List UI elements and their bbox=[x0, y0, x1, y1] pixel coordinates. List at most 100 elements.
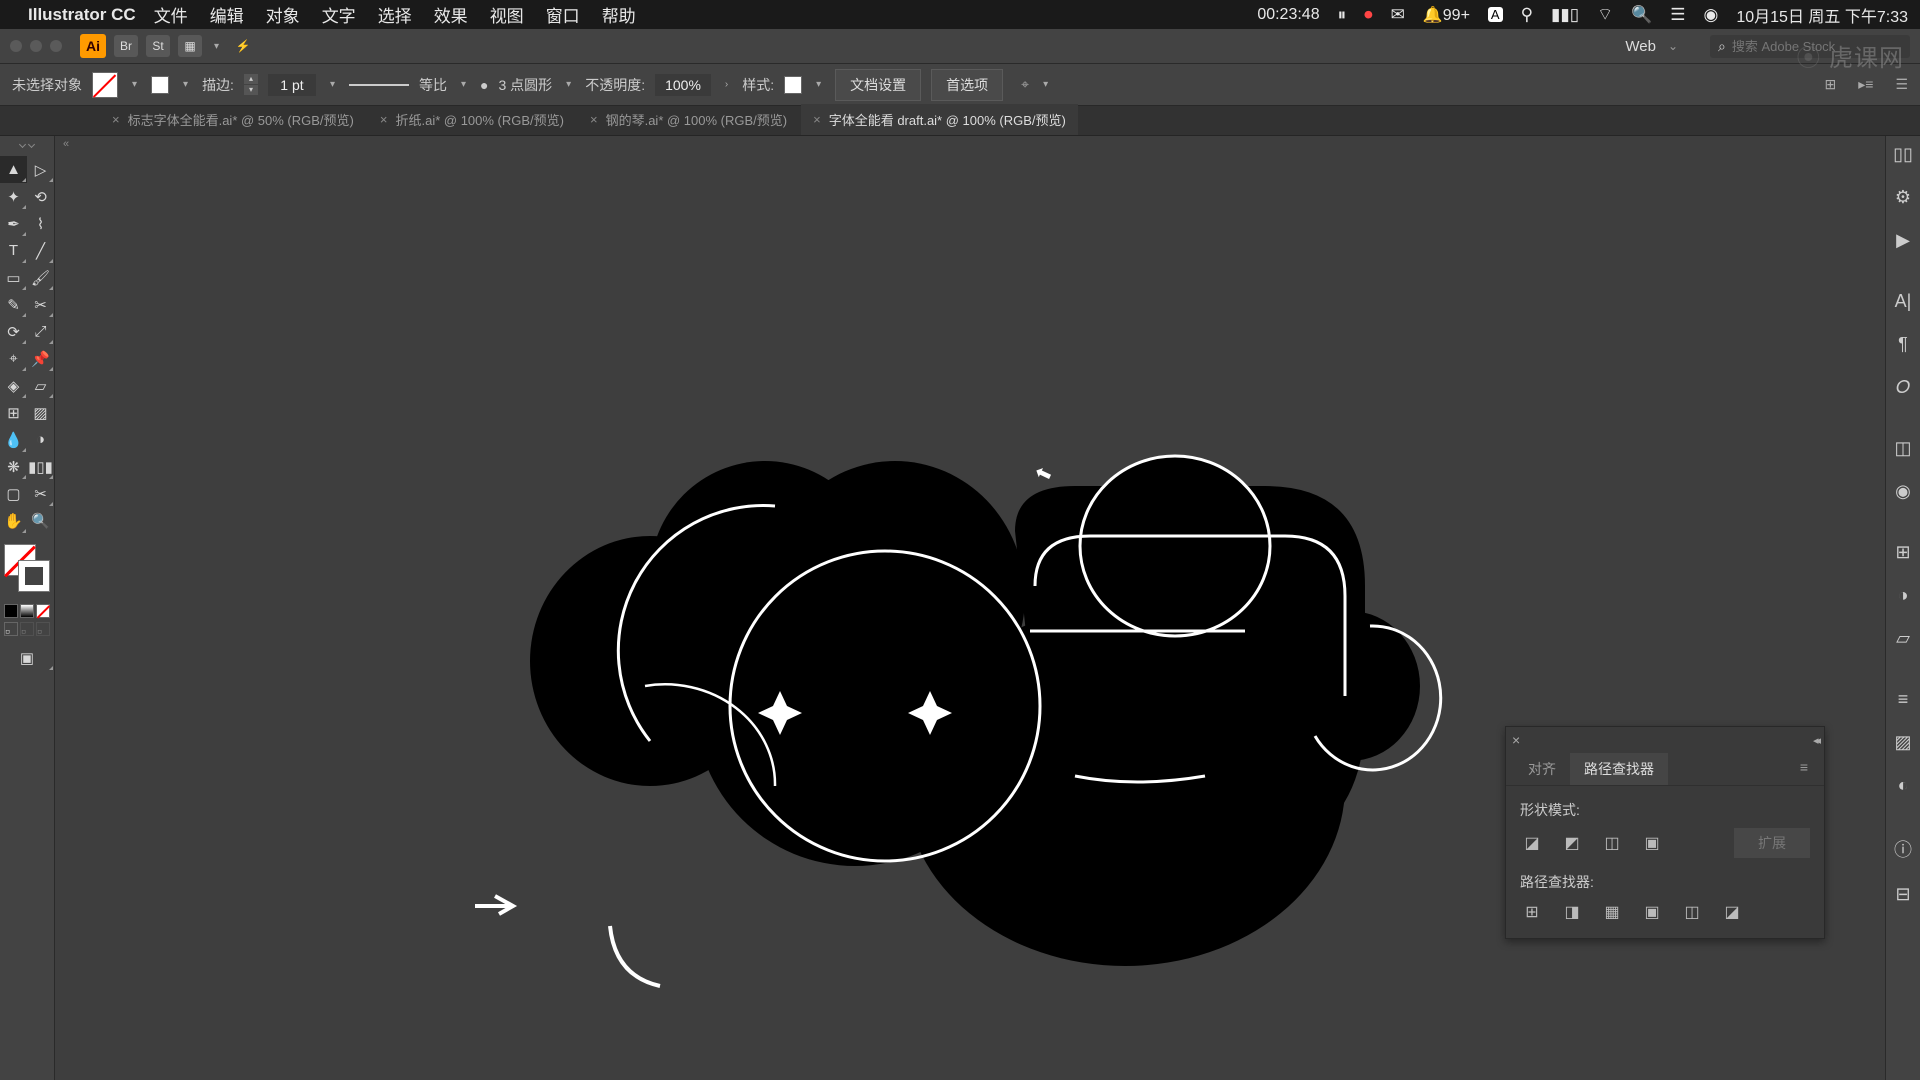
stroke-weight[interactable]: 1 pt bbox=[268, 74, 316, 96]
transform-icon[interactable]: ⊞ bbox=[1825, 76, 1837, 93]
menu-file[interactable]: 文件 bbox=[154, 2, 188, 27]
direct-selection-tool[interactable]: ▷ bbox=[27, 156, 54, 183]
trim-icon[interactable]: ◨ bbox=[1560, 900, 1584, 924]
spotlight-icon[interactable]: 🔍 bbox=[1631, 5, 1652, 25]
input-method-icon[interactable]: A bbox=[1488, 7, 1503, 22]
align-dropdown[interactable]: ▾ bbox=[1039, 79, 1052, 90]
opacity-value[interactable]: 100% bbox=[655, 74, 711, 96]
brush-dropdown[interactable]: ▾ bbox=[562, 79, 575, 90]
bluetooth-icon[interactable]: ⚲ bbox=[1521, 5, 1533, 25]
align-icon[interactable]: ⌖ bbox=[1021, 76, 1029, 93]
bridge-icon[interactable]: Br bbox=[114, 35, 138, 57]
toolbox-grip[interactable] bbox=[16, 142, 38, 150]
draw-inside-icon[interactable]: ▫ bbox=[36, 622, 50, 636]
profile-dropdown[interactable]: ▾ bbox=[457, 79, 470, 90]
style-swatch[interactable] bbox=[784, 76, 802, 94]
outline-icon[interactable]: ◫ bbox=[1680, 900, 1704, 924]
wifi-icon[interactable]: ⌔ bbox=[1597, 4, 1613, 25]
line-tool[interactable]: ╱ bbox=[27, 237, 54, 264]
doc-tab-2[interactable]: ×钢的琴.ai* @ 100% (RGB/预览) bbox=[578, 104, 799, 135]
selection-tool[interactable]: ▲ bbox=[0, 156, 27, 183]
gradient-panel-icon[interactable]: ▨ bbox=[1894, 732, 1911, 753]
properties-icon[interactable]: ▯▯ bbox=[1893, 144, 1913, 165]
close-icon[interactable]: × bbox=[112, 112, 120, 127]
battery-icon[interactable]: ▮▮▯ bbox=[1551, 5, 1579, 25]
doc-tab-1[interactable]: ×折纸.ai* @ 100% (RGB/预览) bbox=[368, 104, 576, 135]
info-icon[interactable]: ⓘ bbox=[1894, 836, 1912, 862]
color-icon[interactable]: ⚙ bbox=[1895, 187, 1911, 208]
arrange-icon[interactable]: ▦ bbox=[178, 35, 202, 57]
slice-tool[interactable]: ✂ bbox=[27, 480, 54, 507]
eraser-tool[interactable]: ✂ bbox=[27, 291, 54, 318]
merge-icon[interactable]: ▦ bbox=[1600, 900, 1624, 924]
rectangle-tool[interactable]: ▭ bbox=[0, 264, 27, 291]
stroke-panel-icon[interactable]: ≡ bbox=[1898, 689, 1909, 710]
menu-help[interactable]: 帮助 bbox=[602, 2, 636, 27]
symbol-tool[interactable]: ❋ bbox=[0, 453, 27, 480]
stock-icon[interactable]: St bbox=[146, 35, 170, 57]
stroke-stepper[interactable]: ▴▾ bbox=[244, 74, 258, 95]
align-tab[interactable]: 对齐 bbox=[1514, 753, 1570, 785]
align-panel-icon[interactable]: ⊟ bbox=[1895, 884, 1910, 905]
doc-tab-3[interactable]: ×字体全能看 draft.ai* @ 100% (RGB/预览) bbox=[801, 104, 1078, 135]
eyedropper-tool[interactable]: 💧 bbox=[0, 426, 27, 453]
brush-label[interactable]: 3 点圆形 bbox=[498, 75, 552, 95]
window-controls[interactable] bbox=[10, 40, 62, 52]
swatches-icon[interactable]: ⊞ bbox=[1895, 542, 1910, 563]
divide-icon[interactable]: ⊞ bbox=[1520, 900, 1544, 924]
unite-icon[interactable]: ◪ bbox=[1520, 831, 1544, 855]
preferences-button[interactable]: 首选项 bbox=[931, 69, 1003, 101]
menu-type[interactable]: 文字 bbox=[322, 2, 356, 27]
none-mode-icon[interactable] bbox=[36, 604, 50, 618]
draw-behind-icon[interactable]: ▫ bbox=[20, 622, 34, 636]
arrange-dropdown[interactable]: ▾ bbox=[210, 41, 223, 52]
gradient-mode-icon[interactable] bbox=[20, 604, 34, 618]
close-icon[interactable]: × bbox=[380, 112, 388, 127]
transform-panel-icon[interactable]: ◫ bbox=[1894, 438, 1911, 459]
rotate-tool[interactable]: ⟳ bbox=[0, 318, 27, 345]
exclude-icon[interactable]: ▣ bbox=[1640, 831, 1664, 855]
screen-mode-icon[interactable]: ▣ bbox=[0, 644, 54, 671]
clock[interactable]: 10月15日 周五 下午7:33 bbox=[1736, 3, 1908, 27]
opentype-icon[interactable]: 𝑂 bbox=[1896, 377, 1910, 398]
wechat-icon[interactable]: ✉ bbox=[1391, 5, 1405, 25]
close-icon[interactable]: × bbox=[590, 112, 598, 127]
crop-icon[interactable]: ▣ bbox=[1640, 900, 1664, 924]
menu-window[interactable]: 窗口 bbox=[546, 2, 580, 27]
width-tool[interactable]: ⌖ bbox=[0, 345, 27, 372]
pathfinder-tab[interactable]: 路径查找器 bbox=[1570, 753, 1668, 785]
minus-front-icon[interactable]: ◩ bbox=[1560, 831, 1584, 855]
lasso-tool[interactable]: ⟲ bbox=[27, 183, 54, 210]
stroke-indicator[interactable] bbox=[18, 560, 50, 592]
free-transform-tool[interactable]: 📌 bbox=[27, 345, 54, 372]
canvas[interactable]: « bbox=[55, 136, 1885, 1080]
zoom-tool[interactable]: 🔍 bbox=[27, 507, 54, 534]
stroke-weight-dropdown[interactable]: ▾ bbox=[326, 79, 339, 90]
workspace-dropdown-icon[interactable]: ⌄ bbox=[1668, 39, 1678, 53]
shaper-tool[interactable]: ✎ bbox=[0, 291, 27, 318]
fill-dropdown[interactable]: ▾ bbox=[128, 79, 141, 90]
panel-menu-icon[interactable]: ≡ bbox=[1792, 753, 1816, 785]
type-tool[interactable]: T bbox=[0, 237, 27, 264]
mesh-tool[interactable]: ⊞ bbox=[0, 399, 27, 426]
pen-tool[interactable]: ✒ bbox=[0, 210, 27, 237]
blend-tool[interactable]: ◑ bbox=[27, 426, 54, 453]
magic-wand-tool[interactable]: ✦ bbox=[0, 183, 27, 210]
close-icon[interactable]: × bbox=[813, 112, 821, 127]
pause-icon[interactable]: ⏸ bbox=[1338, 5, 1347, 25]
opacity-slider-icon[interactable]: › bbox=[721, 79, 732, 90]
draw-normal-icon[interactable]: ▫ bbox=[4, 622, 18, 636]
document-setup-button[interactable]: 文档设置 bbox=[835, 69, 921, 101]
color-mode-icon[interactable] bbox=[4, 604, 18, 618]
hand-tool[interactable]: ✋ bbox=[0, 507, 27, 534]
symbols-icon[interactable]: ▱ bbox=[1896, 628, 1910, 649]
menu-edit[interactable]: 编辑 bbox=[210, 2, 244, 27]
menu-object[interactable]: 对象 bbox=[266, 2, 300, 27]
style-dropdown[interactable]: ▾ bbox=[812, 79, 825, 90]
control-center-icon[interactable]: ☰ bbox=[1670, 5, 1685, 25]
siri-icon[interactable]: ◉ bbox=[1704, 5, 1719, 25]
transparency-icon[interactable]: ◐ bbox=[1898, 775, 1909, 796]
artboard-tool[interactable]: ▢ bbox=[0, 480, 27, 507]
app-name[interactable]: Illustrator CC bbox=[28, 5, 136, 25]
isolate-icon[interactable]: ▸≡ bbox=[1858, 76, 1873, 93]
